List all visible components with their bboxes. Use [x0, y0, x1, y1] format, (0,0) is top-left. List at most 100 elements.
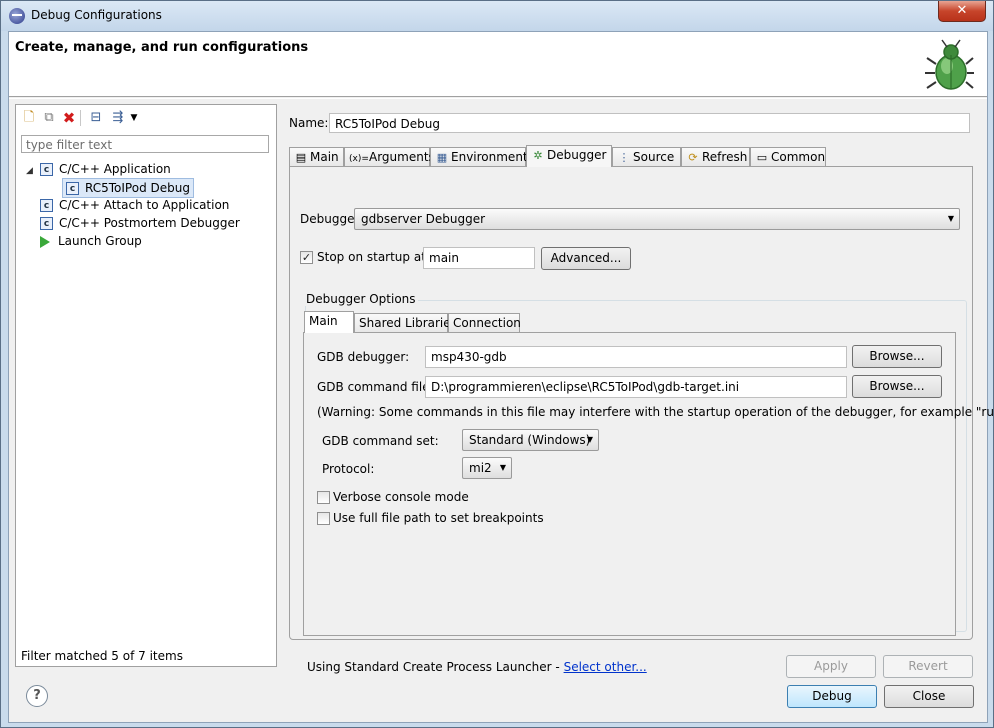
debugger-select[interactable]: gdbserver Debugger ▼: [354, 208, 960, 230]
tree-item-c-postmortem[interactable]: c C/C++ Postmortem Debugger: [40, 214, 240, 232]
debugger-options-title: Debugger Options: [304, 292, 418, 306]
tab-label: Common: [771, 150, 826, 164]
gdb-command-set-label: GDB command set:: [322, 434, 439, 448]
advanced-button[interactable]: Advanced...: [541, 247, 631, 270]
tab-arguments[interactable]: (x)=Arguments: [344, 147, 435, 166]
close-button[interactable]: Close: [884, 685, 974, 708]
filter-input[interactable]: type filter text: [21, 135, 269, 153]
gdb-debugger-label: GDB debugger:: [317, 350, 410, 364]
dialog-client: Create, manage, and run configurations 🗋: [8, 31, 994, 723]
debugger-options-main-panel: GDB debugger: msp430-gdb Browse... GDB c…: [303, 332, 994, 636]
tab-common[interactable]: ▭ Common: [750, 147, 826, 166]
header-separator: [9, 98, 987, 99]
debug-button[interactable]: Debug: [787, 685, 877, 708]
tab-label: Arguments: [369, 150, 435, 164]
configuration-tree-pane: 🗋 ⧉ ✖ ⊟ ⇶ ▼ type filter text ◢ c C/C++ App…: [15, 104, 277, 667]
common-tab-icon: ▭: [756, 151, 768, 164]
gdb-debugger-browse-button[interactable]: Browse...: [852, 345, 942, 368]
window-close-button[interactable]: ✕: [938, 1, 986, 22]
tree-item-label: C/C++ Application: [59, 162, 171, 176]
stop-on-startup-checkbox[interactable]: ✓: [300, 251, 313, 264]
tree-item-rc5toipod-debug[interactable]: c RC5ToIPod Debug: [62, 178, 194, 198]
tab-label: Environment: [451, 150, 528, 164]
tab-label: Refresh: [702, 150, 748, 164]
debugger-tab-panel: Debugger: gdbserver Debugger ▼ ✓ Stop on …: [289, 166, 994, 640]
new-configuration-icon[interactable]: 🗋: [21, 110, 37, 126]
gdb-debugger-input[interactable]: msp430-gdb: [425, 346, 847, 368]
header-title: Create, manage, and run configurations: [15, 40, 309, 55]
filter-status: Filter matched 5 of 7 items: [21, 649, 183, 663]
name-label: Name:: [289, 116, 329, 130]
source-tab-icon: ⋮: [618, 151, 630, 164]
tree-item-label: C/C++ Postmortem Debugger: [59, 216, 240, 230]
environment-tab-icon: ▦: [436, 151, 448, 164]
full-file-path-checkbox[interactable]: [317, 512, 330, 525]
dialog-header: Create, manage, and run configurations: [9, 32, 987, 97]
launcher-info: Using Standard Create Process Launcher -…: [307, 660, 647, 674]
gdb-command-file-browse-button[interactable]: Browse...: [852, 375, 942, 398]
debugger-select-value: gdbserver Debugger: [361, 212, 486, 226]
eclipse-icon: [9, 8, 25, 24]
apply-button[interactable]: Apply: [786, 655, 876, 678]
tree-item-label: RC5ToIPod Debug: [85, 181, 190, 195]
chevron-down-icon: ▼: [586, 435, 593, 444]
stop-on-startup-input[interactable]: main: [423, 247, 535, 269]
c-app-icon: c: [40, 163, 53, 176]
full-file-path-label: Use full file path to set breakpoints: [333, 511, 544, 525]
verbose-console-label: Verbose console mode: [333, 490, 469, 504]
launcher-text: Using Standard Create Process Launcher -: [307, 660, 564, 674]
command-set-value: Standard (Windows): [469, 433, 591, 447]
title-bar[interactable]: Debug Configurations ✕: [1, 1, 993, 31]
c-config-icon: c: [66, 182, 79, 195]
tab-source[interactable]: ⋮ Source: [612, 147, 681, 166]
help-icon[interactable]: ?: [26, 685, 48, 707]
chevron-down-icon: ▼: [947, 214, 954, 223]
tab-environment[interactable]: ▦ Environment: [430, 147, 528, 166]
debug-bug-icon: [925, 39, 974, 90]
tree-item-label: Launch Group: [58, 234, 142, 248]
tab-main[interactable]: ▤ Main: [289, 147, 344, 166]
toolbar-separator: [80, 110, 81, 126]
tab-refresh[interactable]: ⟳ Refresh: [681, 147, 750, 166]
tree-item-launch-group[interactable]: Launch Group: [40, 232, 142, 250]
stop-on-startup-label: Stop on startup at:: [317, 250, 430, 264]
subtab-main[interactable]: Main: [304, 311, 354, 333]
tree-toolbar: 🗋 ⧉ ✖ ⊟ ⇶ ▼: [16, 105, 276, 131]
subtab-shared-libraries[interactable]: Shared Libraries: [354, 313, 457, 332]
filter-configurations-icon[interactable]: ⇶: [110, 110, 126, 126]
protocol-value: mi2: [469, 461, 492, 475]
protocol-select[interactable]: mi2 ▼: [462, 457, 512, 479]
tab-debugger[interactable]: ✲ Debugger: [526, 145, 612, 167]
command-file-warning: (Warning: Some commands in this file may…: [317, 405, 994, 419]
tree-item-label: C/C++ Attach to Application: [59, 198, 230, 212]
launch-group-icon: [40, 235, 50, 248]
expand-triangle-icon[interactable]: ◢: [26, 162, 40, 180]
verbose-console-checkbox[interactable]: [317, 491, 330, 504]
protocol-label: Protocol:: [322, 462, 375, 476]
debug-configurations-window: Debug Configurations ✕ Create, manage, a…: [0, 0, 994, 728]
refresh-tab-icon: ⟳: [688, 151, 698, 164]
tab-label: Source: [633, 150, 675, 164]
tab-label: Main: [310, 150, 339, 164]
gdb-command-set-select[interactable]: Standard (Windows) ▼: [462, 429, 599, 451]
configuration-editor: Name: RC5ToIPod Debug ▤ Main (x)=Argument…: [283, 104, 994, 678]
tree-item-c-application[interactable]: ◢ c C/C++ Application: [26, 160, 171, 178]
c-postmortem-icon: c: [40, 217, 53, 230]
revert-button[interactable]: Revert: [883, 655, 973, 678]
select-other-link[interactable]: Select other...: [564, 660, 647, 674]
tree-item-c-attach[interactable]: c C/C++ Attach to Application: [40, 196, 229, 214]
duplicate-configuration-icon[interactable]: ⧉: [41, 110, 57, 126]
name-input[interactable]: RC5ToIPod Debug: [329, 113, 970, 133]
main-tab-icon: ▤: [295, 151, 307, 164]
subtab-connection[interactable]: Connection: [448, 313, 521, 332]
chevron-down-icon: ▼: [499, 463, 506, 472]
collapse-all-icon[interactable]: ⊟: [88, 110, 104, 126]
tab-label: Debugger: [547, 148, 607, 162]
filter-menu-chevron-down-icon[interactable]: ▼: [126, 110, 142, 126]
gdb-command-file-label: GDB command file:: [317, 380, 434, 394]
delete-configuration-icon[interactable]: ✖: [61, 110, 77, 126]
gdb-command-file-input[interactable]: D:\programmieren\eclipse\RC5ToIPod\gdb-t…: [425, 376, 847, 398]
c-attach-icon: c: [40, 199, 53, 212]
debugger-tab-icon: ✲: [533, 149, 543, 162]
window-title: Debug Configurations: [31, 8, 162, 22]
